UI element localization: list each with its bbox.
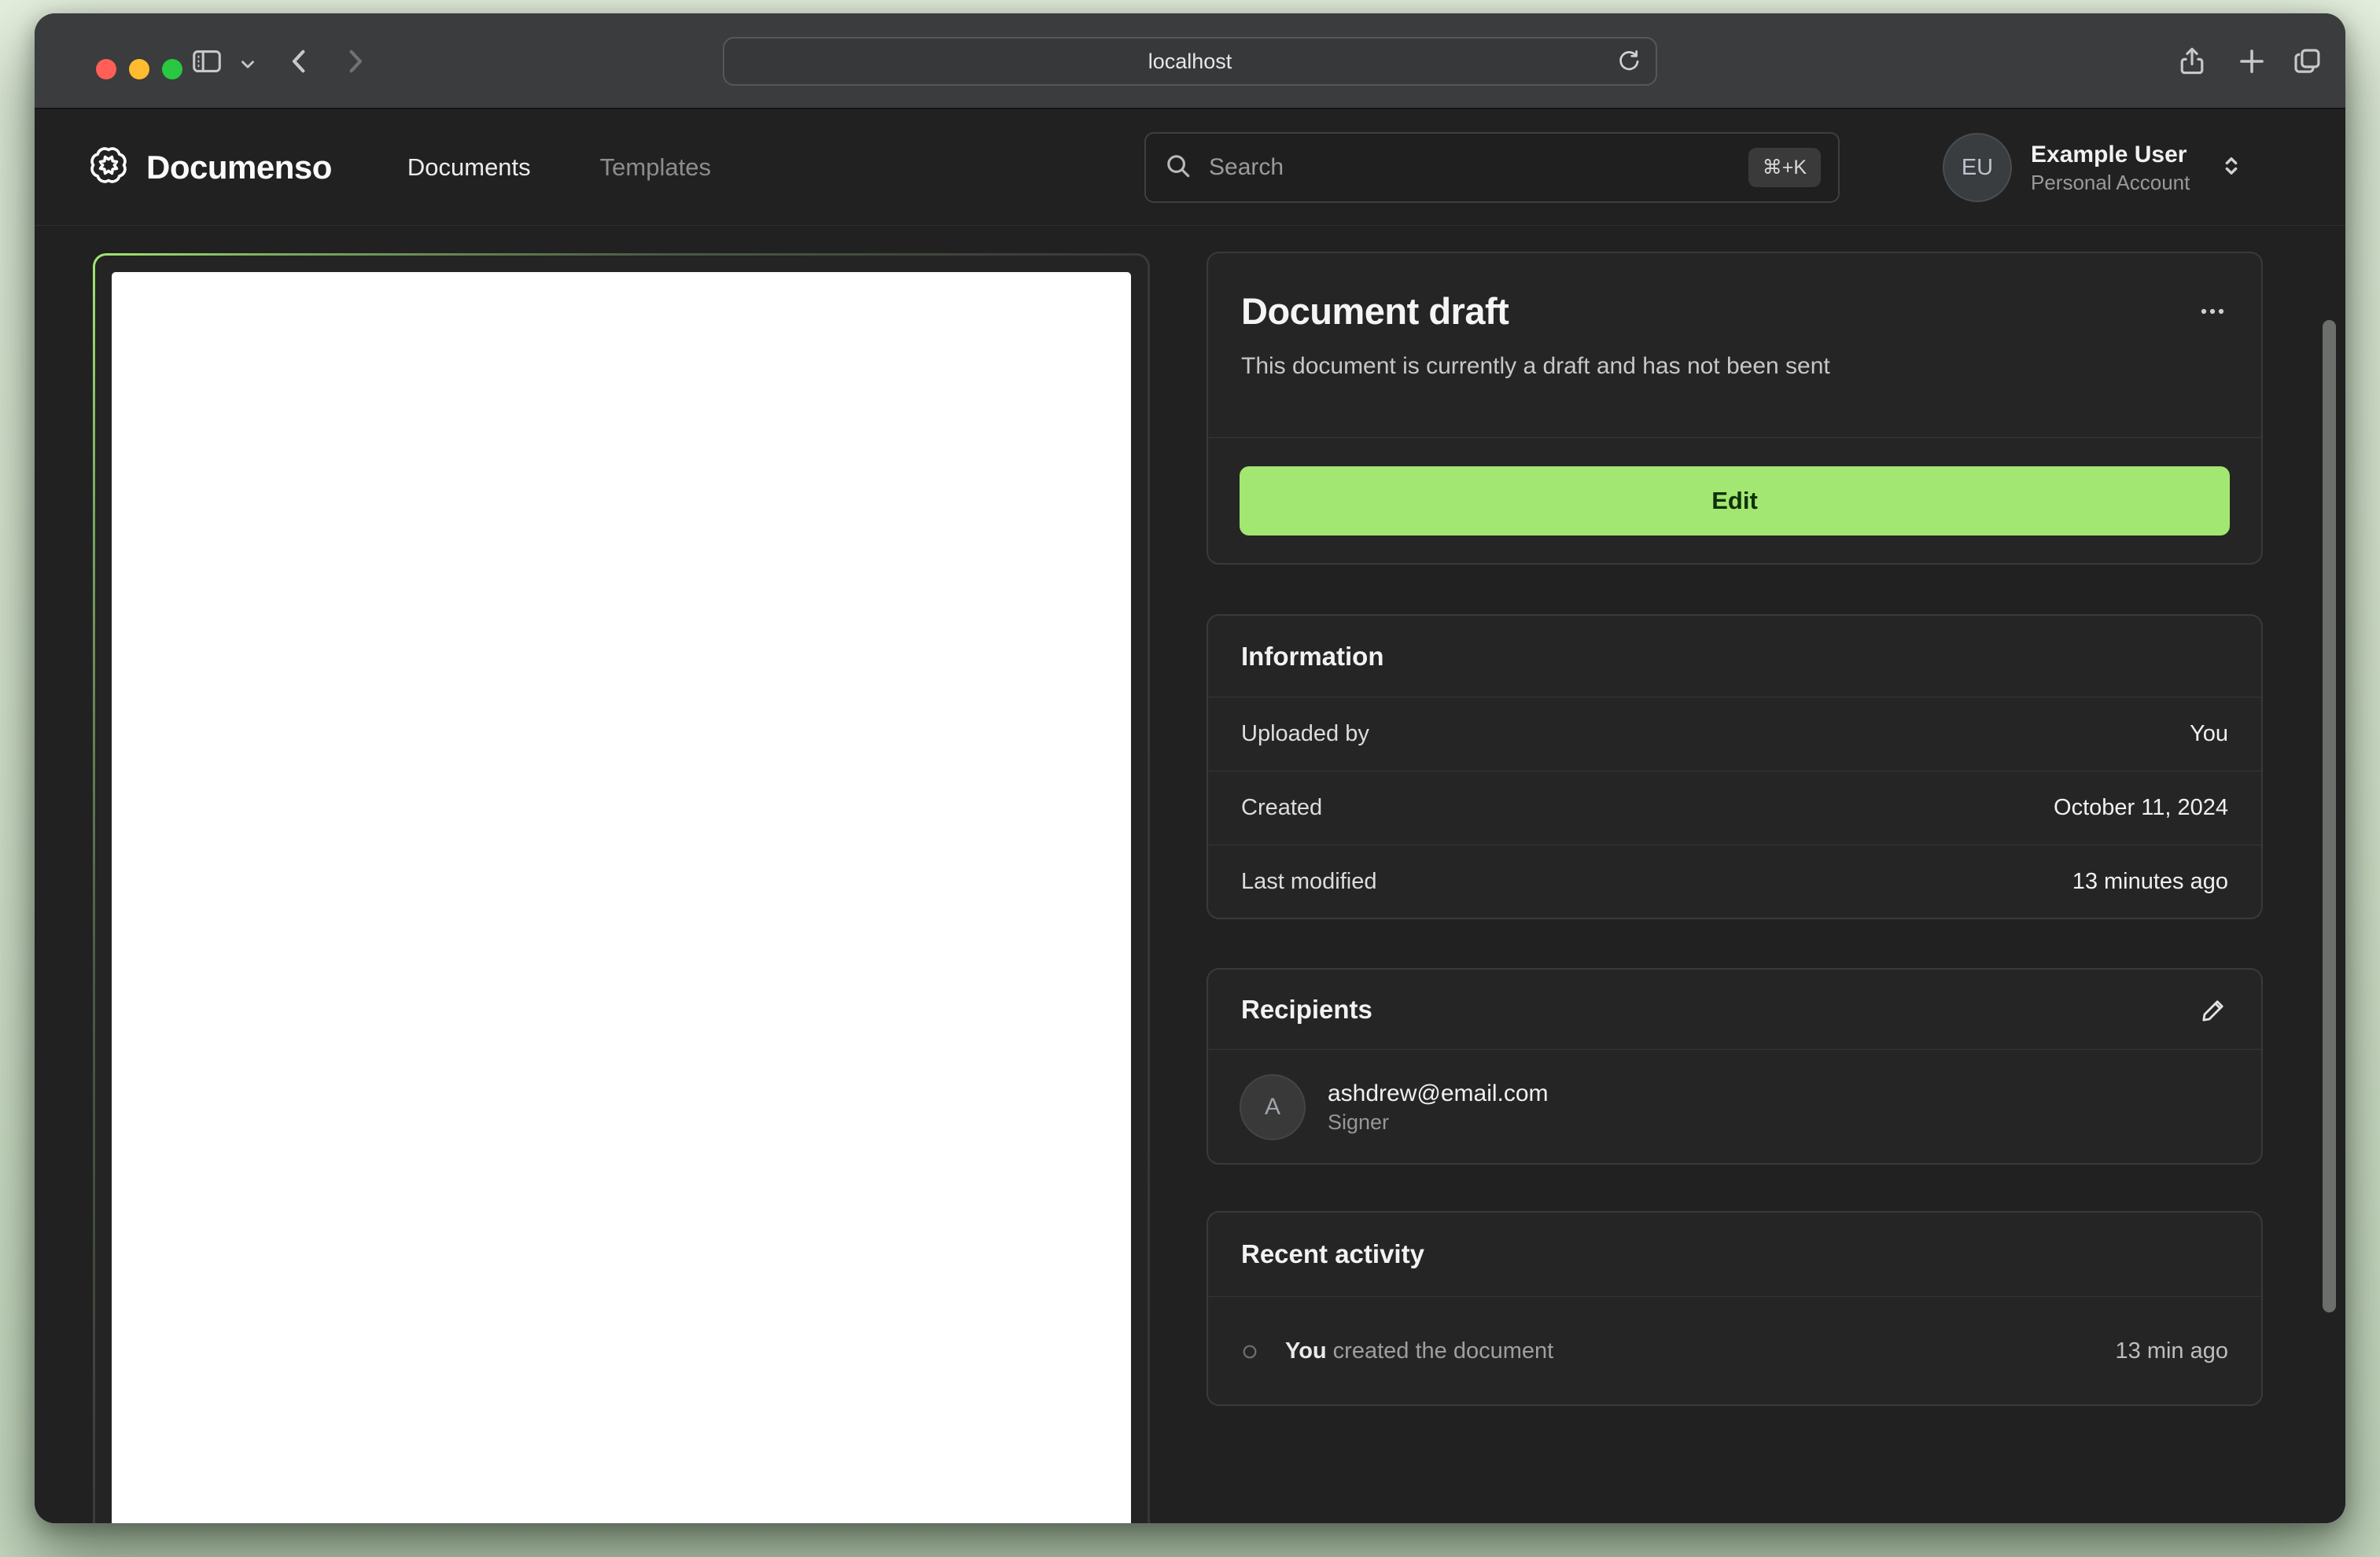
activity-actor: You [1285, 1338, 1327, 1364]
recipients-card-title: Recipients [1241, 994, 1372, 1024]
search-input[interactable] [1209, 154, 1748, 181]
recipient-avatar: A [1240, 1074, 1306, 1140]
zoom-window-button[interactable] [162, 59, 182, 79]
tab-overview-icon[interactable] [2290, 45, 2323, 78]
user-account-type: Personal Account [2031, 170, 2190, 194]
documenso-logo[interactable]: Documenso [88, 145, 332, 190]
activity-time: 13 min ago [2115, 1338, 2229, 1364]
info-value: You [2190, 721, 2228, 746]
user-name: Example User [2031, 142, 2187, 167]
info-value: 13 minutes ago [2072, 869, 2228, 894]
information-card-title: Information [1241, 641, 1384, 671]
info-row-uploaded-by: Uploaded by You [1208, 697, 2261, 771]
sidebar-chevron-down-icon[interactable] [238, 54, 258, 75]
new-tab-icon[interactable] [2235, 45, 2268, 78]
scrollbar-track [2314, 109, 2345, 1523]
user-menu[interactable]: EU Example User Personal Account [1943, 132, 2245, 203]
draft-status-card: Document draft This document is currentl… [1207, 252, 2263, 565]
activity-row: You created the document 13 min ago [1208, 1296, 2261, 1404]
info-label: Last modified [1241, 869, 1377, 894]
draft-card-actions: Edit [1208, 438, 2261, 563]
forward-icon[interactable] [338, 45, 371, 78]
info-label: Uploaded by [1241, 721, 1369, 746]
address-bar[interactable]: localhost [723, 37, 1657, 86]
close-window-button[interactable] [96, 59, 116, 79]
user-info: Example User Personal Account [2031, 140, 2190, 195]
nav-templates[interactable]: Templates [600, 153, 711, 182]
info-row-last-modified: Last modified 13 minutes ago [1208, 845, 2261, 918]
chevrons-up-down-icon [2218, 153, 2245, 183]
search-icon [1163, 151, 1193, 185]
info-label: Created [1241, 795, 1323, 820]
activity-card-header: Recent activity [1208, 1213, 2261, 1296]
nav-documents[interactable]: Documents [407, 153, 531, 182]
activity-card-title: Recent activity [1241, 1239, 1424, 1268]
edit-button[interactable]: Edit [1240, 466, 2230, 536]
minimize-window-button[interactable] [129, 59, 149, 79]
page-content: Document draft This document is currentl… [35, 226, 2345, 1523]
app-header: Documenso Documents Templates ⌘+K [35, 109, 2345, 226]
scrollbar-thumb[interactable] [2323, 320, 2336, 1312]
info-value: October 11, 2024 [2054, 795, 2228, 820]
document-preview-panel [93, 253, 1150, 1523]
recipients-card: Recipients A ashdrew@email.com Signer [1207, 968, 2263, 1165]
recipient-row: A ashdrew@email.com Signer [1208, 1049, 2261, 1163]
info-row-created: Created October 11, 2024 [1208, 771, 2261, 845]
information-card-header: Information [1208, 616, 2261, 697]
document-preview-inner [95, 256, 1148, 1523]
documenso-logo-icon [88, 145, 129, 190]
address-bar-url: localhost [1148, 49, 1232, 73]
recipient-email: ashdrew@email.com [1328, 1080, 1549, 1106]
recipients-card-header: Recipients [1208, 970, 2261, 1049]
reload-icon[interactable] [1615, 46, 1641, 78]
draft-card-description: This document is currently a draft and h… [1241, 353, 1830, 379]
draft-card-header: Document draft This document is currentl… [1208, 253, 2261, 437]
edit-recipients-pencil-icon[interactable] [2200, 996, 2228, 1024]
brand-name: Documenso [146, 148, 332, 186]
activity-action: created the document [1326, 1338, 1554, 1364]
window-controls [96, 59, 182, 79]
document-sidebar: Document draft This document is currentl… [1207, 226, 2263, 1523]
document-page [112, 272, 1131, 1523]
search-shortcut-badge: ⌘+K [1748, 148, 1821, 187]
recipient-role: Signer [1328, 1110, 1390, 1134]
sidebar-toggle-icon[interactable] [189, 43, 225, 79]
recent-activity-card: Recent activity You created the document [1207, 1211, 2263, 1406]
browser-window: localhost Documenso Documents Templates … [35, 13, 2345, 1523]
draft-card-title: Document draft [1241, 290, 1509, 332]
activity-dot-icon [1241, 1343, 1258, 1360]
back-icon[interactable] [283, 45, 316, 78]
recipient-info: ashdrew@email.com Signer [1328, 1078, 1549, 1136]
desktop: localhost Documenso Documents Templates … [0, 0, 2380, 1557]
app-root: Documenso Documents Templates ⌘+K [35, 109, 2345, 1523]
main-nav: Documents Templates [407, 153, 711, 182]
share-icon[interactable] [2176, 45, 2209, 78]
information-card: Information Uploaded by You Created Octo… [1207, 614, 2263, 919]
user-avatar: EU [1943, 133, 2012, 202]
search-bar[interactable]: ⌘+K [1144, 132, 1840, 203]
more-options-icon[interactable] [2195, 294, 2230, 333]
browser-toolbar: localhost [35, 13, 2345, 109]
